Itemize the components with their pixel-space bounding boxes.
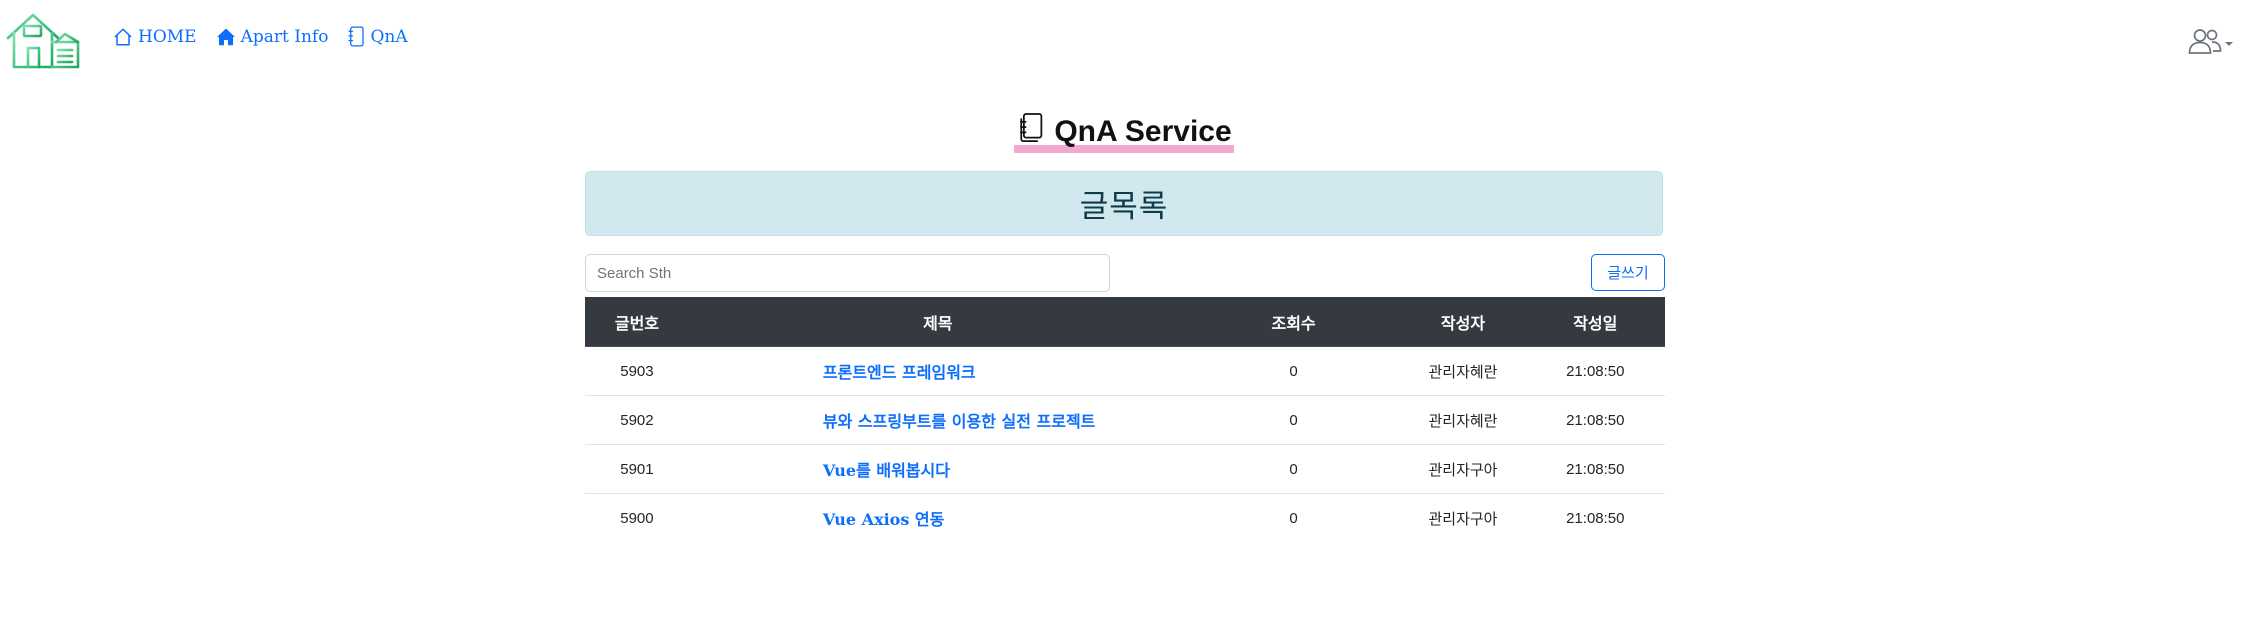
column-header-title[interactable]: 제목 xyxy=(688,297,1187,347)
house-fill-icon xyxy=(216,27,236,47)
cell-date: 21:08:50 xyxy=(1566,509,1625,527)
nav-link-apart-info[interactable]: Apart Info xyxy=(216,26,329,47)
cell-views: 0 xyxy=(1289,509,1298,527)
cell-no: 5901 xyxy=(585,444,689,494)
cell-title: Vue를 배워봅시다 xyxy=(688,444,1187,494)
cell-author: 관리자혜란 xyxy=(1400,395,1526,445)
write-post-button[interactable]: 글쓰기 xyxy=(1591,254,1665,291)
nav-link-label: QnA xyxy=(370,26,408,47)
qna-table: 글번호 제목 조회수 작성자 작성일 5903 프론트엔드 프레임워크 0 관리… xyxy=(585,297,1665,542)
post-title-link[interactable]: 뷰와 스프링부트를 이용한 실전 프로젝트 xyxy=(823,412,1096,431)
header-row: 글번호 제목 조회수 작성자 작성일 xyxy=(585,297,1665,347)
table-row[interactable]: 5901 Vue를 배워봅시다 0 관리자구아 21:08:50 xyxy=(585,444,1665,494)
navbar: HOME Apart Info QnA xyxy=(0,0,2248,80)
nav-link-home[interactable]: HOME xyxy=(113,27,197,47)
chevron-down-icon xyxy=(2224,35,2234,53)
nav-link-label: Apart Info xyxy=(240,26,329,47)
search-input[interactable] xyxy=(585,254,1110,292)
house-outline-icon xyxy=(113,27,133,47)
cell-title: 뷰와 스프링부트를 이용한 실전 프로젝트 xyxy=(688,395,1187,445)
cell-no: 5900 xyxy=(620,509,654,527)
cell-views: 0 xyxy=(1186,346,1401,396)
post-title-link[interactable]: Vue를 배워봅시다 xyxy=(823,461,950,480)
list-banner: 글목록 xyxy=(585,171,1663,236)
cell-date: 21:08:50 xyxy=(1525,395,1665,445)
cell-date: 21:08:50 xyxy=(1525,346,1665,396)
user-menu-dropdown[interactable] xyxy=(2188,27,2234,60)
table-body: 5903 프론트엔드 프레임워크 0 관리자혜란 21:08:50 5902 뷰… xyxy=(585,346,1665,543)
nav-link-qna[interactable]: QnA xyxy=(347,26,408,47)
cell-no: 5902 xyxy=(585,395,689,445)
table-row[interactable]: 5903 프론트엔드 프레임워크 0 관리자혜란 21:08:50 xyxy=(585,346,1665,396)
cell-title: Vue Axios 연동 xyxy=(689,494,1187,543)
cell-title: 프론트엔드 프레임워크 xyxy=(688,346,1187,396)
table-row[interactable]: 5900 Vue Axios 연동 0 관리자구아 21:08:50 xyxy=(585,494,1665,543)
nav-link-label: HOME xyxy=(138,26,197,47)
cell-views: 0 xyxy=(1186,395,1401,445)
column-header-no[interactable]: 글번호 xyxy=(585,297,689,347)
cell-date: 21:08:50 xyxy=(1525,444,1665,494)
cell-author: 관리자구아 xyxy=(1428,510,1498,528)
house-logo-icon[interactable] xyxy=(5,12,84,70)
post-title-link[interactable]: 프론트엔드 프레임워크 xyxy=(823,363,976,382)
page-title-wrap: QnA Service xyxy=(0,112,2248,153)
page-title: QnA Service xyxy=(1014,112,1234,153)
cell-author: 관리자구아 xyxy=(1400,444,1526,494)
table-header: 글번호 제목 조회수 작성자 작성일 xyxy=(585,297,1665,347)
journal-icon xyxy=(347,26,365,47)
journals-icon xyxy=(1016,112,1044,152)
cell-author: 관리자혜란 xyxy=(1400,346,1526,396)
table-row[interactable]: 5902 뷰와 스프링부트를 이용한 실전 프로젝트 0 관리자혜란 21:08… xyxy=(585,395,1665,445)
people-icon xyxy=(2188,27,2222,60)
page-title-text: QnA Service xyxy=(1054,115,1232,148)
column-header-views[interactable]: 조회수 xyxy=(1186,297,1401,347)
column-header-date[interactable]: 작성일 xyxy=(1525,297,1665,347)
banner-text: 글목록 xyxy=(1079,189,1169,224)
post-title-link[interactable]: Vue Axios 연동 xyxy=(823,510,945,529)
cell-no: 5903 xyxy=(585,346,689,396)
column-header-author[interactable]: 작성자 xyxy=(1400,297,1526,347)
cell-views: 0 xyxy=(1186,444,1401,494)
